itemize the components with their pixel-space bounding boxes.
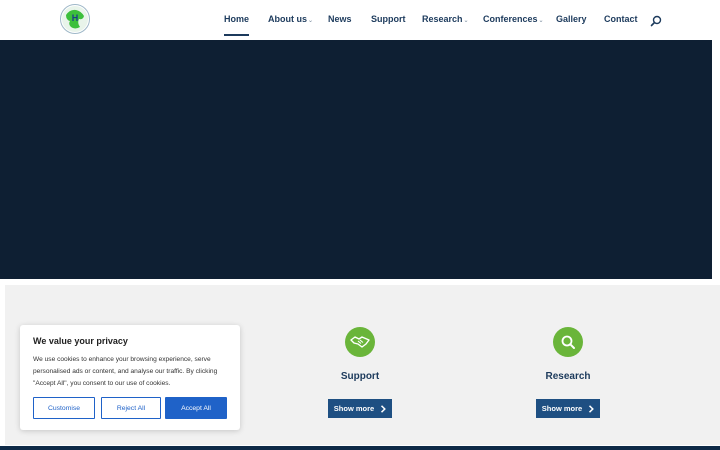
- research-show-more-button[interactable]: Show more: [536, 399, 600, 418]
- nav-about-us-label: About us: [268, 14, 307, 24]
- feature-research-title: Research: [545, 371, 591, 382]
- nav-conferences[interactable]: Conferences⌄: [483, 14, 544, 24]
- chevron-down-icon: ⌄: [538, 18, 544, 24]
- main-nav: Home About us⌄ News Support Research⌄ Co…: [0, 0, 720, 40]
- nav-research-label: Research: [422, 14, 463, 24]
- feature-research: Research Show more: [508, 327, 628, 418]
- customise-button[interactable]: Customise: [33, 397, 95, 419]
- chevron-right-icon: [589, 404, 595, 413]
- cookie-title: We value your privacy: [33, 336, 128, 346]
- nav-news-label: News: [328, 14, 352, 24]
- reject-all-button[interactable]: Reject All: [101, 397, 161, 419]
- cookie-consent-dialog: We value your privacy We use cookies to …: [20, 325, 240, 430]
- nav-research[interactable]: Research⌄: [422, 14, 469, 24]
- site-header: H Home About us⌄ News Support Research⌄ …: [0, 0, 720, 40]
- chevron-down-icon: ⌄: [308, 18, 314, 24]
- chevron-down-icon: ⌄: [463, 18, 469, 24]
- cookie-text: We use cookies to enhance your browsing …: [33, 356, 218, 387]
- scrollbar-track[interactable]: [712, 40, 720, 279]
- nav-support[interactable]: Support: [371, 14, 406, 24]
- support-show-more-button[interactable]: Show more: [328, 399, 392, 418]
- search-icon[interactable]: [650, 14, 662, 27]
- footer-bar: [0, 446, 720, 450]
- nav-home-label: Home: [224, 14, 250, 24]
- nav-contact-label: Contact: [604, 14, 638, 24]
- support-show-more-label: Show more: [333, 404, 375, 413]
- feature-support: Support Show more: [300, 327, 420, 418]
- chevron-right-icon: [381, 404, 387, 413]
- nav-home[interactable]: Home: [224, 14, 250, 36]
- nav-about-us[interactable]: About us⌄: [268, 14, 313, 24]
- nav-support-label: Support: [371, 14, 406, 24]
- feature-support-title: Support: [340, 371, 380, 382]
- nav-news[interactable]: News: [328, 14, 352, 24]
- nav-gallery-label: Gallery: [556, 14, 587, 24]
- nav-contact[interactable]: Contact: [604, 14, 638, 24]
- nav-conferences-label: Conferences: [483, 14, 538, 24]
- research-show-more-label: Show more: [541, 404, 583, 413]
- nav-gallery[interactable]: Gallery: [556, 14, 587, 24]
- hero-banner: [0, 40, 712, 279]
- accept-all-button[interactable]: Accept All: [165, 397, 227, 419]
- search-icon: [553, 327, 583, 357]
- handshake-icon: [345, 327, 375, 357]
